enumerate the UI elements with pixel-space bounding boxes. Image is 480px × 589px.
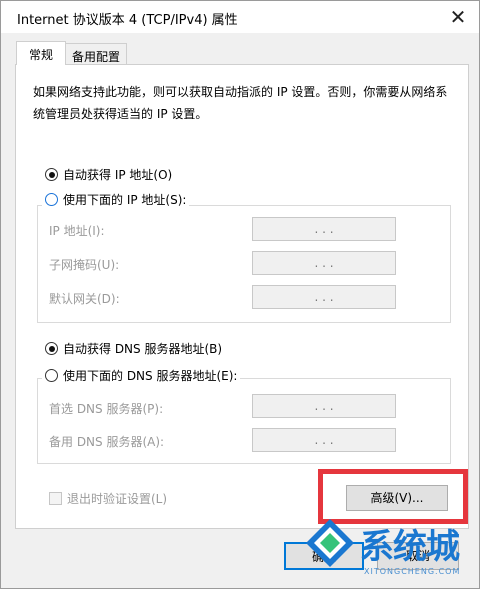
radio-checked-icon	[45, 342, 58, 355]
radio-unchecked-icon	[45, 369, 58, 382]
checkbox-icon	[49, 492, 62, 505]
manual-dns-radio[interactable]: 使用下面的 DNS 服务器地址(E):	[42, 367, 241, 384]
auto-dns-radio[interactable]: 自动获得 DNS 服务器地址(B)	[45, 340, 222, 357]
auto-ip-radio[interactable]: 自动获得 IP 地址(O)	[45, 166, 172, 183]
subnet-mask-field[interactable]: . . .	[252, 251, 396, 275]
manual-ip-radio[interactable]: 使用下面的 IP 地址(S):	[42, 191, 190, 208]
preferred-dns-label: 首选 DNS 服务器(P):	[49, 402, 164, 416]
window-title: Internet 协议版本 4 (TCP/IPv4) 属性	[17, 13, 238, 28]
subnet-mask-label: 子网掩码(U):	[49, 258, 120, 272]
preferred-dns-field[interactable]: . . .	[252, 394, 396, 418]
title-bar: Internet 协议版本 4 (TCP/IPv4) 属性 ✕	[1, 1, 479, 33]
description-text: 如果网络支持此功能，则可以获取自动指派的 IP 设置。否则，你需要从网络系统管理…	[33, 85, 448, 121]
default-gateway-field[interactable]: . . .	[252, 285, 396, 309]
close-icon[interactable]: ✕	[443, 3, 473, 31]
ip-address-field[interactable]: . . .	[252, 217, 396, 241]
tab-alternate-configuration[interactable]: 备用配置	[65, 43, 127, 64]
validate-on-exit-checkbox[interactable]: 退出时验证设置(L)	[49, 490, 167, 507]
manual-dns-label: 使用下面的 DNS 服务器地址(E):	[63, 369, 238, 383]
radio-unchecked-icon	[45, 193, 58, 206]
validate-on-exit-label: 退出时验证设置(L)	[67, 492, 168, 506]
auto-ip-label: 自动获得 IP 地址(O)	[63, 168, 173, 182]
watermark-brand: 系统城	[360, 527, 460, 567]
alternate-dns-field[interactable]: . . .	[252, 428, 396, 452]
ip-address-label: IP 地址(I):	[49, 224, 105, 238]
manual-ip-label: 使用下面的 IP 地址(S):	[63, 193, 187, 207]
default-gateway-label: 默认网关(D):	[49, 292, 120, 306]
watermark: 系统城 XITONGCHENG.COM	[304, 515, 474, 585]
auto-dns-label: 自动获得 DNS 服务器地址(B)	[63, 342, 223, 356]
watermark-logo-icon	[306, 519, 354, 567]
tab-general[interactable]: 常规	[16, 41, 66, 65]
general-tab-panel: 如果网络支持此功能，则可以获取自动指派的 IP 设置。否则，你需要从网络系统管理…	[15, 64, 469, 529]
radio-checked-icon	[45, 168, 58, 181]
watermark-url: XITONGCHENG.COM	[364, 567, 461, 576]
alternate-dns-label: 备用 DNS 服务器(A):	[49, 435, 165, 449]
